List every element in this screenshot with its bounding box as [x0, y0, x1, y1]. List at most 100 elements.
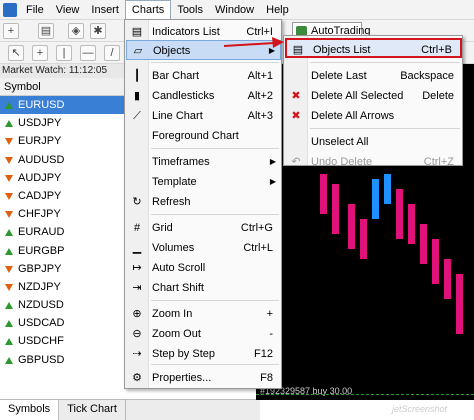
charts-menu-item[interactable]: ⇢ Step by Step F12 [126, 344, 281, 364]
symbol-name: GBPUSD [18, 353, 65, 366]
menu-tools[interactable]: Tools [171, 2, 209, 18]
charts-menu-item[interactable]: ⇥ Chart Shift [126, 278, 281, 298]
charts-menu-item[interactable]: ⊖ Zoom Out - [126, 324, 281, 344]
menu-item-label: Zoom Out [152, 328, 201, 340]
symbol-row[interactable]: EURJPY [0, 132, 124, 150]
objects-submenu-item[interactable]: ✖ Delete All Arrows [285, 106, 462, 126]
symbol-row[interactable]: GBPUSD [0, 351, 124, 369]
symbol-row[interactable]: AUDJPY [0, 169, 124, 187]
undo-icon: ↶ [291, 156, 301, 168]
objects-submenu-item[interactable]: ▤ Objects List Ctrl+B [285, 38, 462, 58]
symbol-row[interactable]: GBPJPY [0, 260, 124, 278]
tab-symbols[interactable]: Symbols [0, 400, 60, 420]
candlesticks-icon: ▮ [133, 90, 141, 102]
cursor-icon[interactable]: ↖ [8, 45, 24, 61]
menu-separator [151, 214, 279, 215]
trendline-icon[interactable]: / [104, 45, 120, 61]
menu-item-shortcut: Ctrl+L [243, 242, 273, 254]
symbol-row[interactable]: AUDUSD [0, 151, 124, 169]
charts-menu-item[interactable]: ⊕ Zoom In + [126, 304, 281, 324]
arrow-up-icon [5, 356, 13, 364]
charts-menu-item[interactable]: ↻ Refresh [126, 192, 281, 212]
market-watch-icon[interactable]: ◈ [68, 23, 84, 39]
submenu-item-shortcut: Ctrl+Z [423, 156, 454, 168]
vertical-line-icon[interactable]: | [56, 45, 72, 61]
charts-menu-item[interactable]: ⚙ Properties... F8 [126, 368, 281, 388]
menu-window[interactable]: Window [209, 2, 260, 18]
symbol-column-header[interactable]: Symbol [0, 78, 124, 96]
menu-item-label: Candlesticks [152, 90, 215, 102]
objects-submenu-item[interactable]: ✖ Delete All Selected Delete [285, 86, 462, 106]
charts-menu-item[interactable]: Timeframes ▶ [126, 152, 281, 172]
menu-item-label: Grid [152, 222, 173, 234]
menu-help[interactable]: Help [260, 2, 295, 18]
submenu-item-label: Delete Last [311, 70, 367, 82]
charts-menu-item[interactable]: ↦ Auto Scroll [126, 258, 281, 278]
zoom-out-icon: ⊖ [132, 328, 142, 340]
menu-item-shortcut: Alt+3 [247, 110, 273, 122]
menu-insert[interactable]: Insert [85, 2, 125, 18]
submenu-item-shortcut: Delete [422, 90, 454, 102]
arrow-down-icon [5, 283, 13, 291]
menu-view[interactable]: View [50, 2, 86, 18]
symbol-row[interactable]: NZDJPY [0, 278, 124, 296]
navigator-icon[interactable]: ✱ [90, 23, 106, 39]
tab-tick-chart[interactable]: Tick Chart [59, 400, 126, 420]
chart-shift-icon: ⇥ [132, 282, 142, 294]
market-watch-tabs: Symbols Tick Chart [0, 399, 260, 420]
menu-item-label: Foreground Chart [152, 130, 239, 142]
new-chart-icon[interactable]: + [3, 23, 19, 39]
symbol-row[interactable]: EURGBP [0, 242, 124, 260]
menu-item-label: Step by Step [152, 348, 215, 360]
menu-item-shortcut: Ctrl+G [240, 222, 273, 234]
menu-file[interactable]: File [20, 2, 50, 18]
charts-menu-item[interactable]: ▮ Candlesticks Alt+2 [126, 86, 281, 106]
symbol-row[interactable]: CADJPY [0, 187, 124, 205]
crosshair-icon[interactable]: + [32, 45, 48, 61]
watermark: jetScreenshot [392, 404, 448, 414]
menu-item-label: Line Chart [152, 110, 203, 122]
charts-menu-item[interactable]: ▁ Volumes Ctrl+L [126, 238, 281, 258]
menu-item-label: Chart Shift [152, 282, 204, 294]
menu-item-label: Objects [153, 45, 191, 57]
arrow-up-icon [5, 338, 13, 346]
charts-menu-item[interactable]: # Grid Ctrl+G [126, 218, 281, 238]
menu-separator [151, 148, 279, 149]
bear-candle [348, 204, 355, 249]
symbol-row[interactable]: EURAUD [0, 223, 124, 241]
symbol-row[interactable]: CHFJPY [0, 205, 124, 223]
symbol-row[interactable]: USDJPY [0, 114, 124, 132]
symbol-row[interactable]: NZDUSD [0, 296, 124, 314]
menu-item-label: Indicators List [152, 26, 220, 38]
symbol-name: AUDJPY [18, 171, 62, 184]
charts-menu-item[interactable]: Foreground Chart [126, 126, 281, 146]
profiles-icon[interactable]: ▤ [38, 23, 54, 39]
bear-candle [456, 274, 463, 334]
indicators-icon: ▤ [131, 26, 143, 38]
symbol-row[interactable]: EURUSD [0, 96, 124, 115]
zoom-in-icon: ⊕ [132, 308, 142, 320]
arrow-down-icon [5, 265, 13, 273]
bear-candle [432, 239, 439, 284]
objects-submenu-item[interactable]: Delete Last Backspace [285, 66, 462, 86]
submenu-item-label: Delete All Selected [311, 90, 404, 102]
arrow-up-icon [5, 247, 13, 255]
symbol-row[interactable]: USDCAD [0, 314, 124, 332]
horizontal-line-icon[interactable]: — [80, 45, 96, 61]
menu-charts[interactable]: Charts [124, 0, 172, 20]
charts-menu-item[interactable]: ┃ Bar Chart Alt+1 [126, 66, 281, 86]
submenu-item-label: Objects List [313, 44, 371, 56]
menu-item-shortcut: F8 [260, 372, 273, 384]
charts-menu-item[interactable]: Template ▶ [126, 172, 281, 192]
market-watch-title: Market Watch: 11:12:05 [0, 64, 124, 78]
annotation-arrow-icon [224, 37, 284, 48]
menu-item-label: Zoom In [152, 308, 193, 320]
symbol-row[interactable]: USDCHF [0, 332, 124, 350]
objects-submenu-item[interactable]: Unselect All [285, 132, 462, 152]
charts-menu-item[interactable]: ⟋ Line Chart Alt+3 [126, 106, 281, 126]
bull-candle [372, 179, 379, 219]
arrow-down-icon [5, 156, 13, 164]
app-icon [3, 2, 17, 17]
arrow-down-icon [5, 174, 13, 182]
delete-selected-icon: ✖ [291, 90, 301, 102]
